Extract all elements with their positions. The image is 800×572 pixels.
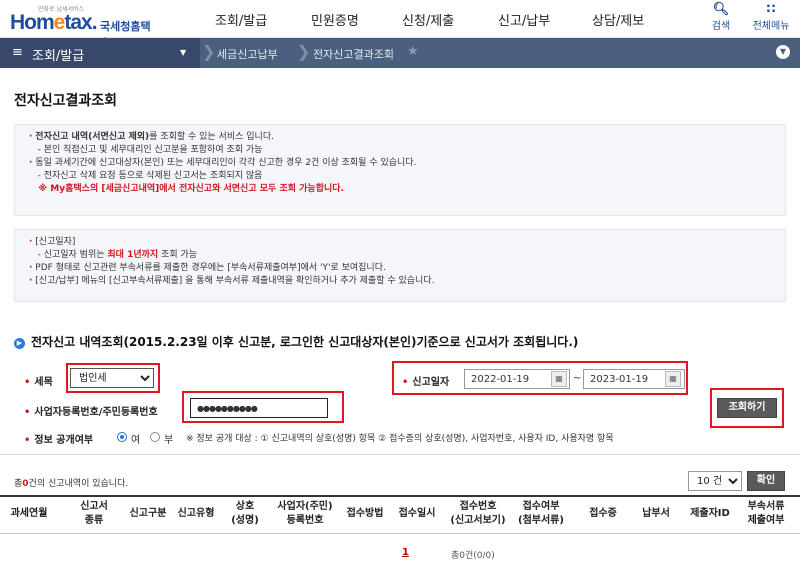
- search-icon: 🔍︎: [712, 2, 730, 17]
- search-button[interactable]: 🔍︎ 검색: [701, 2, 741, 32]
- disclosure-note: ※ 정보 공개 대상 : ① 신고내역의 상호(성명) 항목 ② 접수증의 상호…: [186, 434, 614, 444]
- col-header: 접수일시: [398, 508, 436, 519]
- divider: [0, 454, 800, 455]
- notice-line: - 전자신고 삭제 요청 등으로 삭제된 신고서는 조회되지 않음: [37, 171, 263, 181]
- col-header: 납부서: [642, 508, 670, 519]
- col-header: 신고구분: [129, 508, 167, 519]
- all-menu-button[interactable]: ∷ 전체메뉴: [745, 2, 797, 32]
- notice-line: · [신고일자]: [29, 237, 76, 247]
- chevron-right-icon: ▶: [14, 338, 25, 349]
- breadcrumb-item[interactable]: 세금신고납부: [217, 46, 278, 62]
- logo-wordmark: Hometax.: [10, 11, 98, 34]
- calendar-icon[interactable]: ▦: [665, 371, 681, 387]
- col-header: 사업자(주민) 등록번호: [277, 501, 333, 526]
- notice-line: · [신고/납부] 메뉴의 [신고부속서류제출] 을 통해 부속서류 제출내역을…: [29, 276, 435, 286]
- star-icon[interactable]: ★: [407, 44, 419, 59]
- col-header: 과세연월: [10, 508, 48, 519]
- result-count: 총0건의 신고내역이 있습니다.: [14, 479, 129, 489]
- menu-label: 조회/발급: [32, 49, 85, 64]
- chevron-right-icon: ❯: [297, 42, 311, 61]
- col-header: 신고유형: [177, 508, 215, 519]
- table-bottom-border: [0, 533, 800, 534]
- chevron-right-icon: ❯: [202, 42, 216, 61]
- notice-box: · 전자신고 내역(서면신고 제외)를 조회할 수 있는 서비스 입니다. - …: [14, 124, 786, 216]
- col-header: 상호 (성명): [231, 501, 259, 526]
- notice-line: · PDF 형태로 신고관련 부속서류를 제출한 경우에는 [부속서류제출여부]…: [29, 263, 386, 273]
- top-header: 만화로 납세서비스 Hometax. 국세청홈택스 조회/발급 민원증명 신청/…: [0, 0, 800, 49]
- notice-line: - 본인 직접신고 및 세무대리인 신고분을 포함하여 조회 가능: [37, 145, 263, 155]
- notice-box: · [신고일자] - 신고일자 범위는 최대 1년까지 조회 가능 · PDF …: [14, 229, 786, 302]
- col-header: 접수여부 (첨부서류): [518, 501, 564, 526]
- disclosure-no-radio[interactable]: [150, 432, 160, 442]
- col-header: 제출자ID: [690, 508, 730, 519]
- tax-type-select[interactable]: 법인세: [70, 368, 154, 388]
- breadcrumb: ≡ 조회/발급 ▼ ❯ 세금신고납부 ❯ 전자신고결과조회 ★ ▼: [0, 38, 800, 68]
- disclosure-yes-label[interactable]: 여: [131, 431, 140, 446]
- chevron-down-icon[interactable]: ▼: [776, 45, 790, 59]
- gnb-inquiry[interactable]: 조회/발급: [215, 10, 267, 29]
- pagination-page[interactable]: 1: [402, 547, 409, 558]
- page-title: 전자신고결과조회: [14, 93, 118, 109]
- col-header: 접수증: [589, 508, 617, 519]
- gnb-report-pay[interactable]: 신고/납부: [498, 10, 550, 29]
- col-header: 접수번호 (신고서보기): [450, 501, 506, 526]
- tax-type-label: • 세목: [24, 377, 53, 388]
- table-top-border: [0, 495, 800, 497]
- disclosure-label: • 정보 공개여부: [24, 435, 94, 446]
- notice-line-highlight: ※ My홈택스의 [세금신고내역]에서 전자신고와 서면신고 모두 조회 가능합…: [38, 184, 344, 194]
- menu-dropdown[interactable]: ≡ 조회/발급 ▼: [0, 38, 200, 68]
- gnb-consult[interactable]: 상담/제보: [592, 10, 644, 29]
- regno-label: • 사업자등록번호/주민등록번호: [24, 407, 158, 418]
- disclosure-yes-radio[interactable]: [117, 432, 127, 442]
- section-title: ▶ 전자신고 내역조회(2015.2.23일 이후 신고분, 로그인한 신고대상자…: [14, 333, 578, 350]
- grid-icon: ∷: [766, 2, 776, 17]
- col-header: 신고서 종류: [80, 501, 108, 526]
- regno-input[interactable]: [190, 398, 328, 418]
- notice-line: - 신고일자 범위는 최대 1년까지 조회 가능: [37, 250, 198, 260]
- col-header: 접수방법: [346, 508, 384, 519]
- date-range-separator: ~: [573, 373, 582, 384]
- gnb-certificate[interactable]: 민원증명: [311, 10, 359, 29]
- notice-line: · 동일 과세기간에 신고대상자(본인) 또는 세무대리인이 각각 신고한 경우…: [29, 158, 417, 168]
- breadcrumb-current[interactable]: 전자신고결과조회: [313, 46, 394, 62]
- page-size-select[interactable]: 10 건: [688, 471, 742, 491]
- confirm-button[interactable]: 확인: [747, 471, 785, 491]
- hamburger-icon: ≡: [12, 45, 23, 60]
- pagination-total: 총0건(0/0): [451, 551, 495, 561]
- col-header: 부속서류 제출여부: [747, 501, 785, 526]
- calendar-icon[interactable]: ▦: [551, 371, 567, 387]
- caret-down-icon: ▼: [180, 48, 187, 57]
- notice-line: · 전자신고 내역(서면신고 제외)를 조회할 수 있는 서비스 입니다.: [29, 132, 274, 142]
- disclosure-no-label[interactable]: 부: [164, 431, 173, 446]
- gnb-application[interactable]: 신청/제출: [402, 10, 454, 29]
- search-submit-button[interactable]: 조회하기: [717, 398, 777, 418]
- hometax-logo[interactable]: 만화로 납세서비스 Hometax. 국세청홈택스: [8, 4, 158, 49]
